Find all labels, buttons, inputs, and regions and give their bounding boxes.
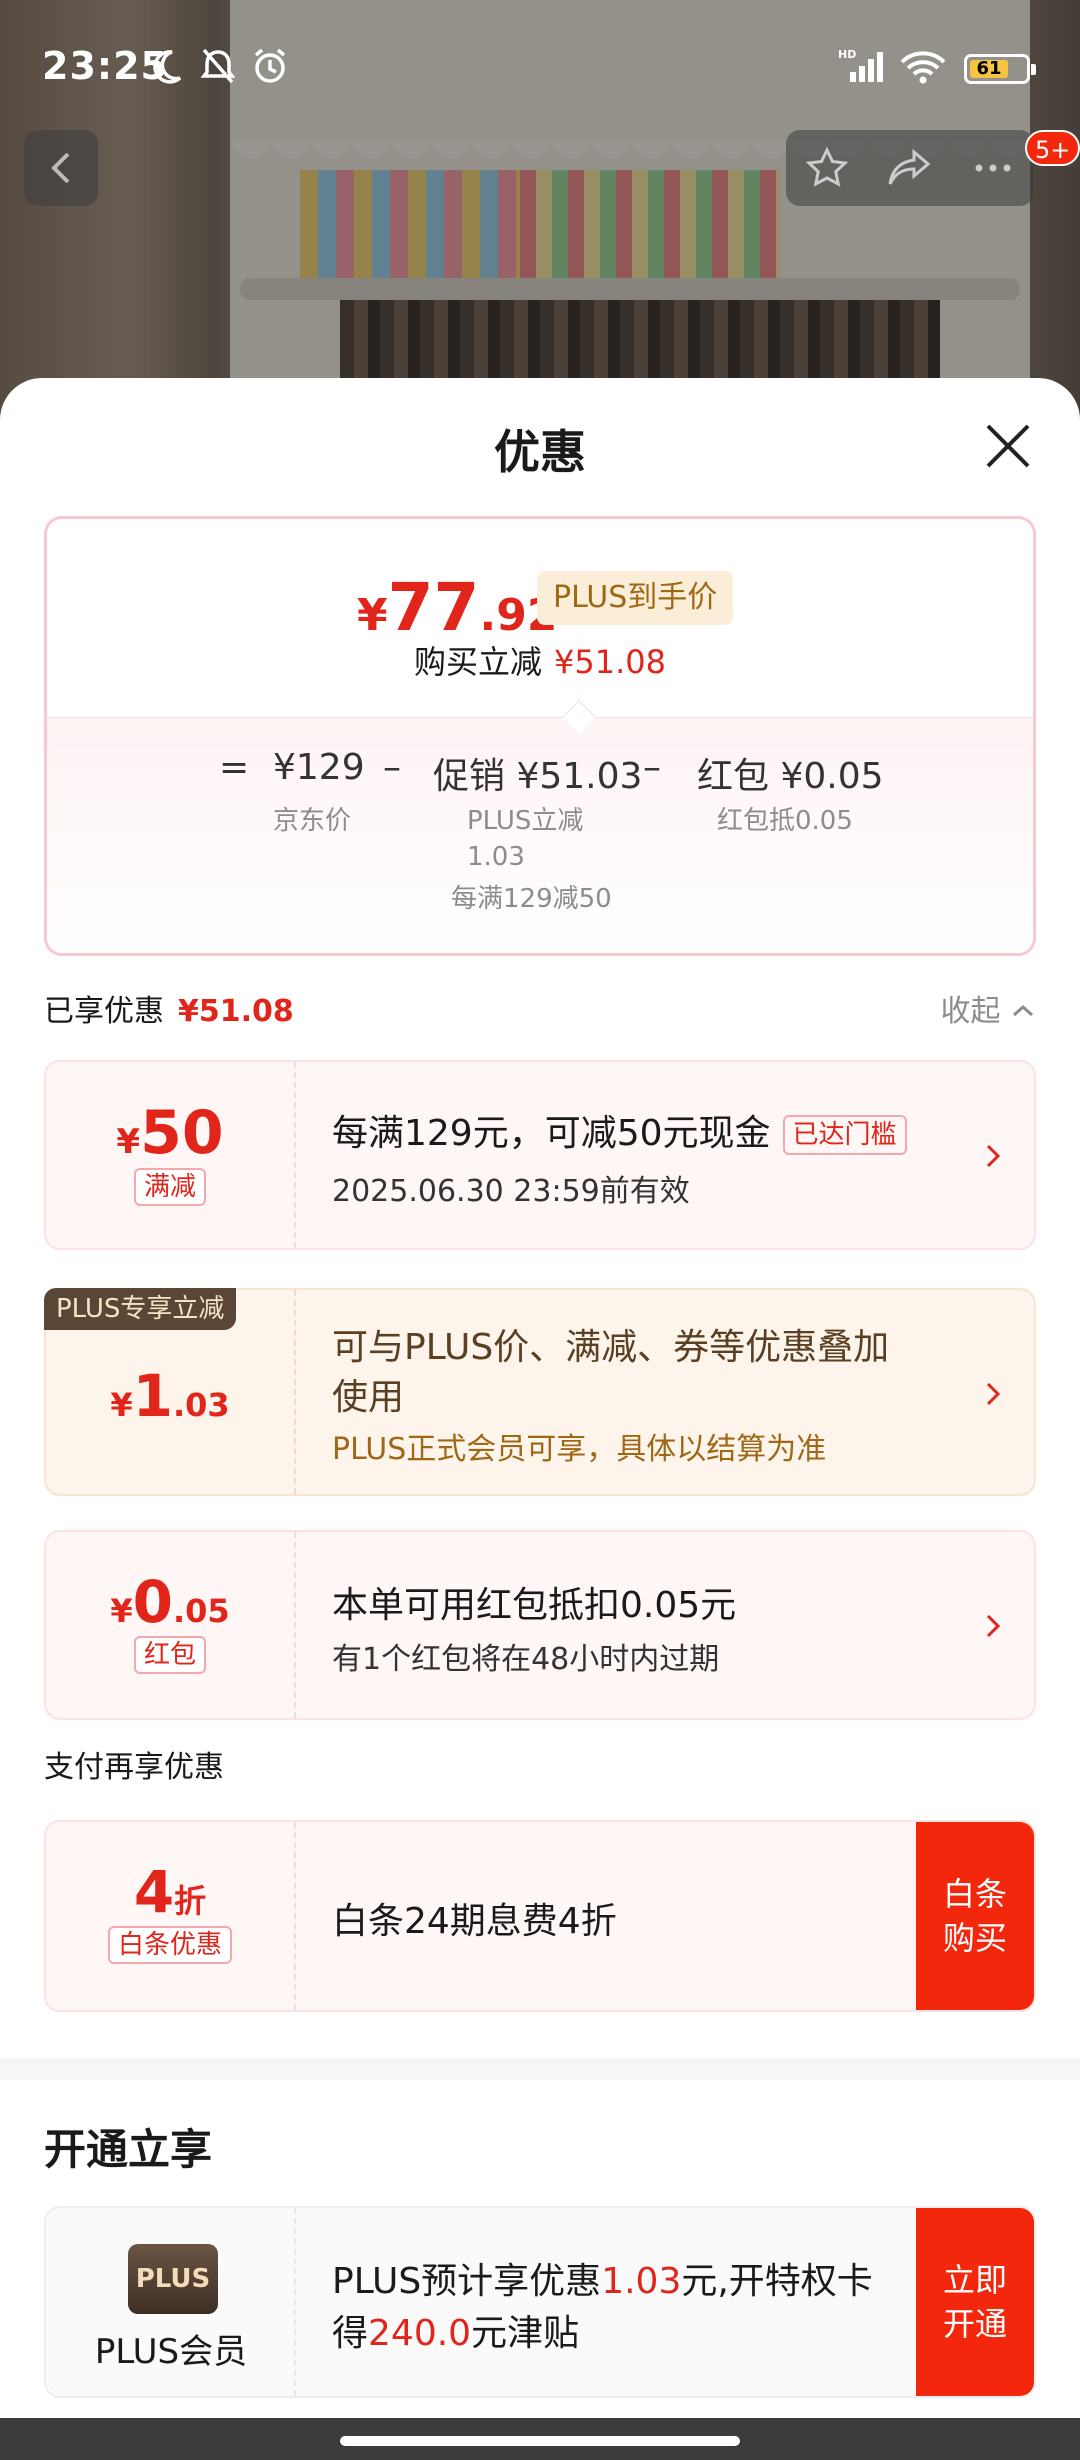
status-bar: 23:25 HD 61 [0,0,1080,130]
favorite-star-icon[interactable] [805,146,849,190]
plus-member-note: PLUS正式会员可享，具体以结算为准 [332,1432,827,1467]
home-indicator[interactable] [340,2436,740,2446]
chevron-left-icon [51,152,70,184]
promo-amount: 促销 ¥51.03 [433,756,643,797]
redpacket-sub: 红包抵0.05 [717,806,853,836]
baitiao-card[interactable]: 4折 白条优惠 白条24期息费4折 白条 购买 [44,1820,1036,2012]
chevron-right-icon [986,1614,1001,1638]
baitiao-desc: 白条24期息费4折 [332,1901,617,1942]
plus-exclusive-badge: PLUS专享立减 [44,1288,237,1330]
baitiao-tag: 白条优惠 [107,1926,232,1964]
minus-sign: – [643,747,661,788]
validity-date: 2025.06.30 23:59前有效 [332,1174,690,1209]
sheet-title: 优惠 [494,425,586,479]
bell-muted-icon [200,48,236,84]
enjoyed-discount-label: 已享优惠 ¥51.08 [44,994,294,1029]
pay-discount-label: 支付再享优惠 [44,1750,224,1785]
dnd-moon-icon [153,50,182,84]
redpacket-desc: 本单可用红包抵扣0.05元 [332,1585,737,1626]
plus-benefit-line1: PLUS预计享优惠1.03元,开特权卡 [332,2261,873,2302]
price-summary-card: ¥77.92 PLUS到手价 购买立减 ¥51.08 = ¥129 京东价 – 促… [44,516,1036,956]
open-plus-button[interactable]: 立即 开通 [916,2208,1034,2396]
baitiao-buy-button[interactable]: 白条 购买 [916,1822,1034,2010]
redpacket-expiry: 有1个红包将在48小时内过期 [332,1642,720,1677]
threshold-reached-tag: 已达门槛 [782,1115,907,1155]
alarm-icon [254,48,286,83]
signal-icon: HD [838,48,883,82]
instant-reduction: 购买立减 ¥51.08 [414,643,666,681]
wifi-icon [900,51,946,84]
message-badge: 5+ [1025,130,1080,166]
plus-membership-card[interactable]: PLUS PLUS会员 PLUS预计享优惠1.03元,开特权卡 得240.0元津… [44,2206,1036,2398]
nav-actions [786,130,1034,206]
battery-icon: 61 [964,54,1036,84]
jd-price: ¥129 [273,747,365,788]
redpacket-card[interactable]: ¥0.05 红包 本单可用红包抵扣0.05元 有1个红包将在48小时内过期 [44,1530,1036,1720]
share-icon[interactable] [886,146,934,190]
collapse-toggle[interactable]: 收起 [940,986,1036,1030]
chevron-up-icon [1013,1004,1033,1017]
plus-member-name: PLUS会员 [94,2332,248,2372]
plus-logo: PLUS [128,2244,218,2314]
equals-sign: = [219,747,250,788]
promo-sub-value: 1.03 [467,842,525,872]
chevron-right-icon [986,1382,1001,1406]
final-price: ¥77.92 [357,569,558,646]
plus-benefit-line2: 得240.0元津贴 [332,2313,580,2354]
chevron-right-icon [986,1144,1001,1168]
plus-price-tag: PLUS到手价 [537,571,734,625]
more-icon[interactable] [971,146,1015,190]
promo-sub-plus: PLUS立减 [467,806,584,836]
close-icon[interactable] [980,418,1036,474]
redpacket-amount: 红包 ¥0.05 [697,756,884,797]
full-reduction-tag: 满减 [133,1168,206,1206]
discount-sheet: 优惠 ¥77.92 PLUS到手价 购买立减 ¥51.08 = ¥129 京东价 … [0,378,1080,2460]
jd-price-label: 京东价 [273,806,352,836]
plus-stack-desc: 可与PLUS价、满减、券等优惠叠加 [332,1327,890,1368]
minus-sign: – [383,747,401,788]
full-reduction-card[interactable]: ¥50 满减 每满129元，可减50元现金 已达门槛 2025.06.30 23:… [44,1060,1036,1250]
promo-sub-threshold: 每满129减50 [451,884,612,914]
open-section-title: 开通立享 [44,2125,213,2174]
redpacket-tag: 红包 [133,1636,206,1674]
back-button[interactable] [24,130,98,206]
svg-text:HD: HD [838,48,856,61]
full-reduction-desc: 每满129元，可减50元现金 [332,1113,771,1154]
section-divider [0,2058,1080,2080]
